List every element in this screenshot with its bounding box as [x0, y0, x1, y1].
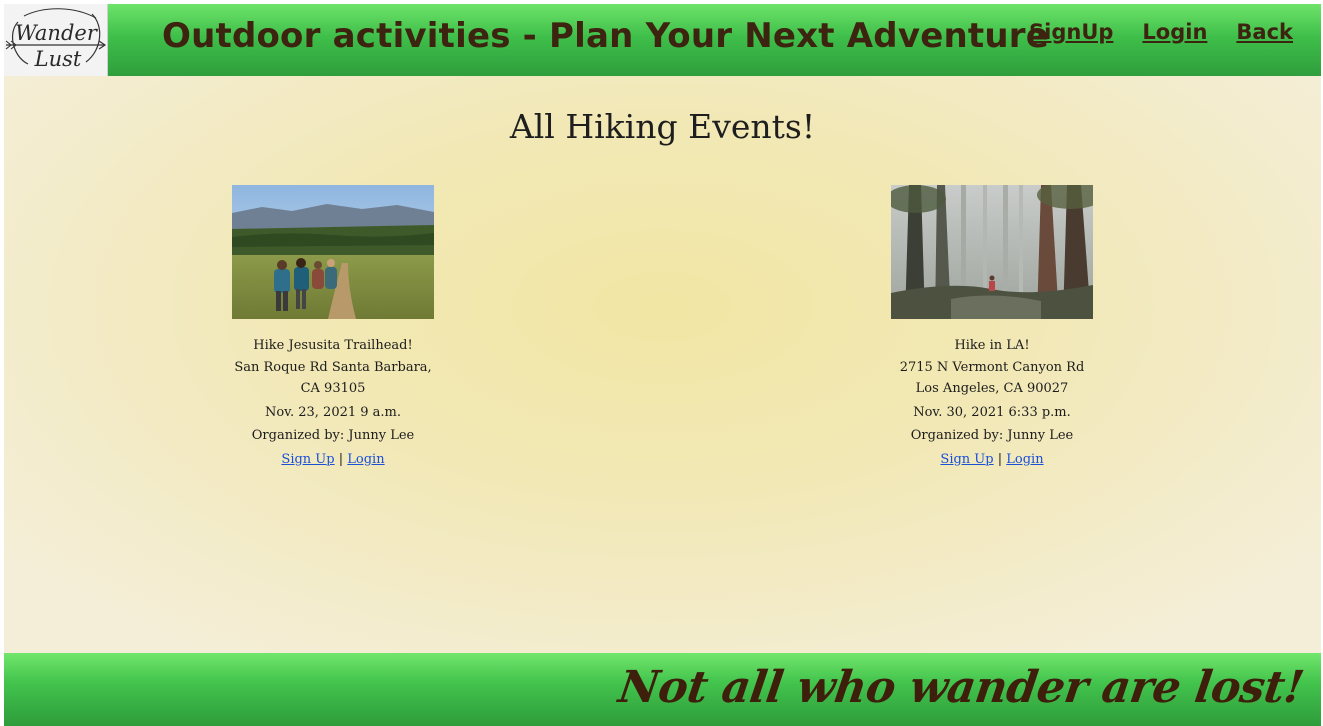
- logo-word-wander: Wander: [15, 21, 99, 45]
- event-address-line1: 2715 N Vermont Canyon Rd: [899, 359, 1085, 375]
- event-links: Sign Up | Login: [862, 449, 1122, 471]
- event-signup-link[interactable]: Sign Up: [281, 452, 334, 467]
- link-separator: |: [338, 451, 344, 467]
- nav-back-link[interactable]: Back: [1236, 20, 1293, 44]
- event-signup-link[interactable]: Sign Up: [940, 452, 993, 467]
- top-nav: SignUp Login Back: [1029, 20, 1293, 44]
- nav-signup-link[interactable]: SignUp: [1029, 20, 1113, 44]
- page-heading: All Hiking Events!: [509, 107, 816, 146]
- logo-word-lust: Lust: [34, 47, 82, 71]
- event-links: Sign Up | Login: [203, 449, 463, 471]
- footer-quote: Not all who wander are lost!: [615, 662, 1307, 713]
- event-card: Hike Jesusita Trailhead! San Roque Rd Sa…: [203, 185, 463, 470]
- wanderlust-logo[interactable]: Wander Lust: [4, 4, 108, 76]
- event-name: Hike in LA!: [954, 338, 1030, 353]
- event-login-link[interactable]: Login: [347, 452, 384, 467]
- site-title: Outdoor activities - Plan Your Next Adve…: [162, 16, 1049, 56]
- event-photo-meadow-hikers[interactable]: [232, 185, 434, 319]
- event-address-line2: CA 93105: [300, 381, 366, 396]
- event-datetime: Nov. 23, 2021 9 a.m.: [264, 404, 402, 420]
- event-login-link[interactable]: Login: [1006, 452, 1043, 467]
- event-address-line1: San Roque Rd Santa Barbara,: [234, 359, 432, 375]
- event-photo-misty-forest[interactable]: [891, 185, 1093, 319]
- nav-login-link[interactable]: Login: [1142, 20, 1207, 44]
- event-info: Hike Jesusita Trailhead! San Roque Rd Sa…: [203, 335, 463, 470]
- event-address-line2: Los Angeles, CA 90027: [915, 381, 1069, 396]
- page: Wander Lust Outdoor activities - Plan Yo…: [4, 4, 1321, 726]
- event-organizer: Organized by: Junny Lee: [910, 428, 1074, 443]
- site-footer: Not all who wander are lost!: [4, 653, 1321, 726]
- link-separator: |: [997, 451, 1003, 467]
- event-organizer: Organized by: Junny Lee: [251, 428, 415, 443]
- event-datetime: Nov. 30, 2021 6:33 p.m.: [913, 404, 1071, 420]
- event-name: Hike Jesusita Trailhead!: [253, 338, 413, 353]
- event-info: Hike in LA! 2715 N Vermont Canyon Rd Los…: [862, 335, 1122, 470]
- event-card: Hike in LA! 2715 N Vermont Canyon Rd Los…: [862, 185, 1122, 470]
- site-header: Wander Lust Outdoor activities - Plan Yo…: [4, 4, 1321, 76]
